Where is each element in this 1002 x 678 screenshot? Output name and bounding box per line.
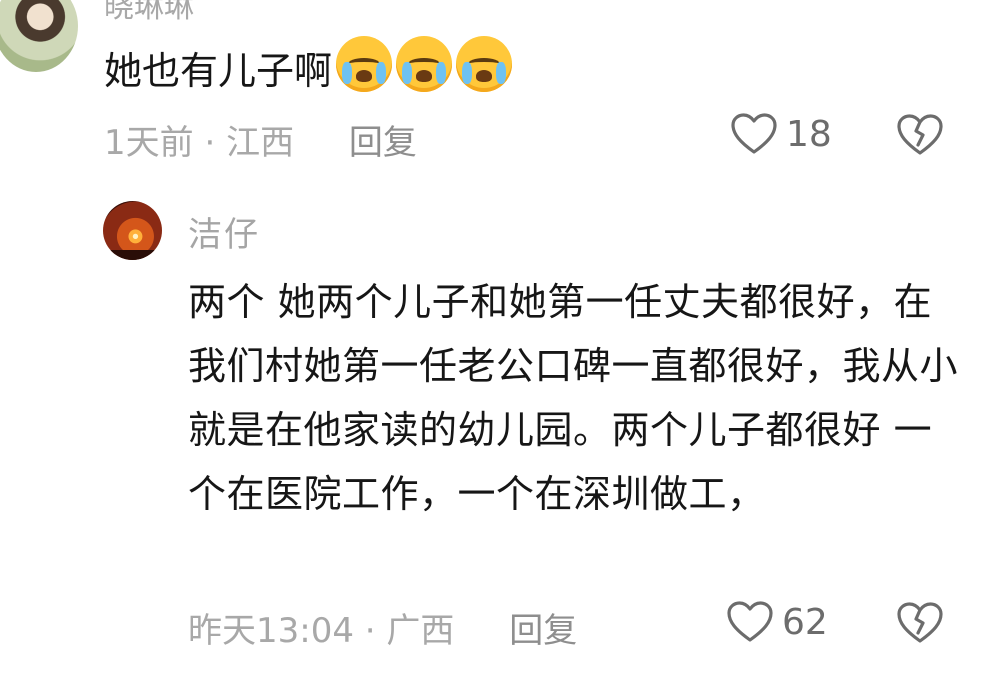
user-avatar[interactable]: [0, 0, 78, 72]
like-count: 18: [786, 113, 832, 155]
comment-location: 江西: [226, 123, 295, 163]
comment-text: 两个 她两个儿子和她第一任丈夫都很好，在我们村她第一任老公口碑一直都很好，我从小…: [188, 280, 959, 516]
comment-username[interactable]: 晓琳琳: [104, 0, 194, 26]
comment-time: 昨天13:04: [188, 611, 354, 651]
reply-button[interactable]: 回复: [349, 123, 417, 163]
user-avatar[interactable]: [103, 201, 162, 260]
like-button[interactable]: 18: [730, 112, 832, 156]
comment-time: 1天前: [104, 123, 194, 163]
comment-text: 她也有儿子啊: [104, 36, 513, 98]
meta-separator: ·: [193, 123, 227, 163]
dislike-button[interactable]: [896, 601, 944, 649]
broken-heart-icon: [897, 114, 943, 155]
meta-separator: ·: [353, 611, 387, 651]
like-count: 62: [782, 601, 828, 643]
comment-username[interactable]: 洁仔: [188, 207, 260, 256]
heart-icon: [727, 601, 773, 642]
comment-body: 她也有儿子啊: [104, 49, 333, 93]
crying-face-emoji: [396, 36, 453, 92]
comment-meta: 1天前 · 江西 回复: [104, 115, 417, 164]
dislike-button[interactable]: [896, 113, 944, 161]
broken-heart-icon: [897, 602, 943, 643]
reply-button[interactable]: 回复: [509, 611, 577, 651]
crying-face-emoji: [456, 36, 513, 92]
crying-face-emoji: [336, 36, 393, 92]
comment-location: 广西: [386, 611, 455, 651]
heart-icon: [731, 113, 777, 154]
like-button[interactable]: 62: [726, 600, 828, 644]
comment-meta: 昨天13:04 · 广西 回复: [188, 603, 577, 652]
